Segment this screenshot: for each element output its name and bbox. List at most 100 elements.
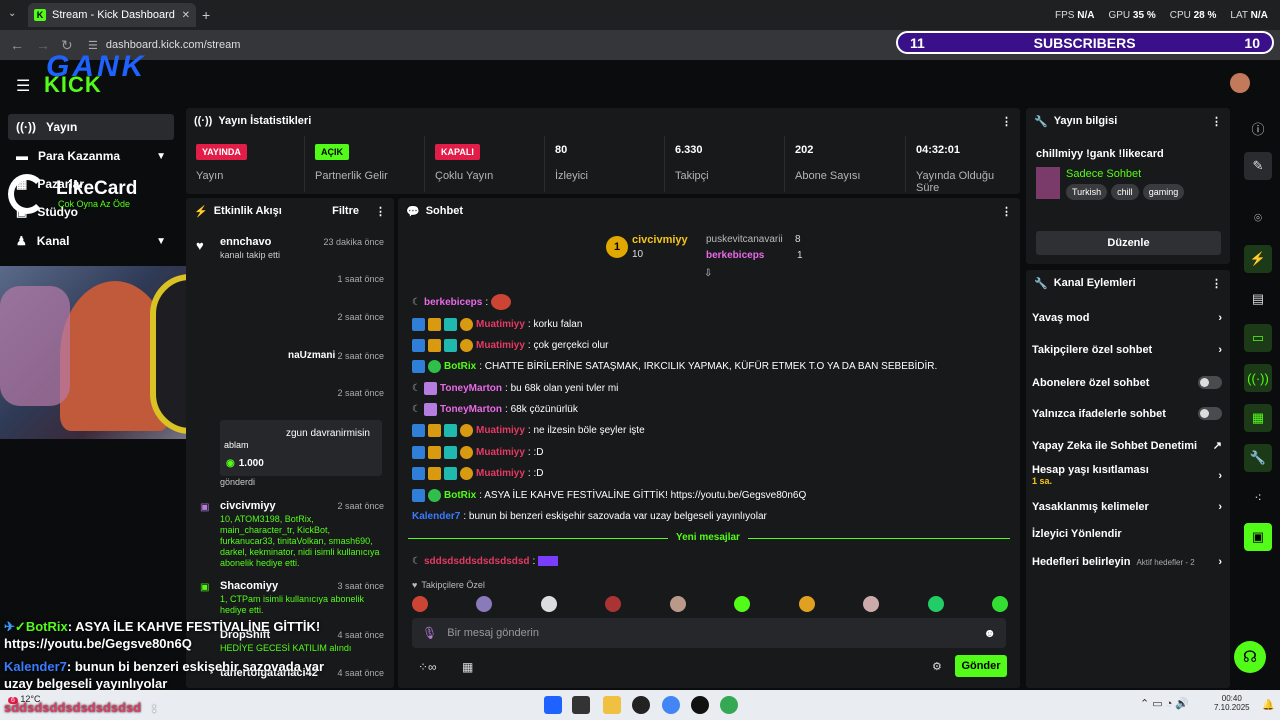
chat-username[interactable]: BotRix [444,361,476,372]
chat-username[interactable]: Muatimiyy [476,319,525,330]
followers-value: 6.330 [675,144,703,156]
followers-only-row[interactable]: Takipçilere özel sohbet › [1032,344,1222,356]
edit-icon[interactable]: ✎ [1244,152,1272,180]
chat-icon[interactable]: ▭ [1244,324,1272,352]
emote-icon[interactable] [927,596,944,612]
chat-username[interactable]: BotRix [444,490,476,501]
activity-user[interactable]: civcivmiyy [220,500,276,512]
chat-username[interactable]: Muatimiyy [476,468,525,479]
top-gifter-1[interactable]: civcivmiyy [632,234,688,246]
windows-start-icon[interactable] [544,696,562,714]
more-options-icon[interactable]: ⋮ [1211,115,1222,128]
edit-button[interactable]: Düzenle [1036,231,1221,255]
goals-row[interactable]: Hedefleri belirleyin Aktif hedefler - 2 … [1032,556,1222,568]
chat-input[interactable]: 🎙 Bir mesaj gönderin ☻ [412,618,1006,648]
more-options-icon[interactable]: ⋮ [1001,115,1012,128]
back-icon[interactable]: ← [10,37,24,53]
clock[interactable]: 00:40 7.10.2025 [1214,694,1250,712]
support-icon[interactable]: ☊ [1234,641,1266,673]
obs-icon[interactable] [632,696,650,714]
browser-tab[interactable]: K Stream - Kick Dashboard ✕ [28,3,196,27]
send-button[interactable]: Gönder [955,655,1007,677]
avatar[interactable] [1230,73,1250,93]
camera-icon[interactable]: ⌾ [1244,204,1272,232]
emote-icon[interactable] [734,596,751,612]
category-name[interactable]: Sadece Sohbet [1066,168,1141,180]
layout-icon[interactable]: ▦ [1244,404,1272,432]
tab-list-icon[interactable]: ⌄ [8,8,16,19]
chat-username[interactable]: ToneyMarton [440,404,502,415]
chevron-right-icon: › [1218,470,1222,482]
chat-username[interactable]: Muatimiyy [476,340,525,351]
subscribers-only-toggle[interactable] [1198,376,1222,389]
store-icon[interactable]: ▦ [462,660,473,674]
emote-icon[interactable] [412,596,428,612]
moon-icon: ☾ [412,382,421,394]
top-gifter-2[interactable]: puskevitcanavarii [706,234,783,245]
emote-icon[interactable] [991,596,1008,612]
kicks-infinity-icon[interactable]: ⁘∞ [418,660,437,674]
emote-icon[interactable] [863,596,880,612]
emoji-icon[interactable]: ☻ [983,626,996,640]
emote-icon[interactable] [605,596,622,612]
chat-username[interactable]: Muatimiyy [476,425,525,436]
filter-button[interactable]: Filtre [332,205,359,217]
system-tray-icons[interactable]: ⌃ ▭ ◔ 🔊 [1140,697,1189,710]
microphone-icon[interactable]: 🎙 [422,626,437,640]
account-age-row[interactable]: Hesap yaşı kısıtlaması 1 sa. › [1032,464,1222,490]
chat-username[interactable]: Muatimiyy [476,447,525,458]
emotes-only-row[interactable]: Yalnızca ifadelerle sohbet [1032,407,1222,420]
tab-close-icon[interactable]: ✕ [182,10,190,21]
more-options-icon[interactable]: ⋮ [1001,205,1012,218]
info-icon[interactable]: ⓘ [1244,114,1272,142]
cpu-label: CPU [1169,10,1191,21]
chat-username[interactable]: Kalender7 [412,511,460,522]
chat-username[interactable]: ToneyMarton [440,383,502,394]
tag[interactable]: Turkish [1066,184,1108,200]
lightning-icon[interactable]: ⚡ [1244,245,1272,273]
emotes-only-toggle[interactable] [1198,407,1222,420]
wrench-icon[interactable]: 🔧 [1244,444,1272,472]
ai-moderation-row[interactable]: Yapay Zeka ile Sohbet Denetimi ↗ [1032,439,1222,453]
sidebar-item-yayin[interactable]: ((·)) Yayın [8,114,174,140]
raid-row[interactable]: İzleyici Yönlendir [1032,528,1222,540]
document-icon[interactable]: ▤ [1244,285,1272,313]
tag[interactable]: chill [1111,184,1139,200]
subscribers-only-row[interactable]: Abonelere özel sohbet [1032,376,1222,389]
sidebar-item-kanal[interactable]: ♟ Kanal ▼ [8,228,174,254]
chat-username[interactable]: berkebiceps [424,297,482,308]
gpu-label: GPU [1108,10,1131,21]
activity-user[interactable]: naUzmani [288,350,335,361]
chrome-icon[interactable] [662,696,680,714]
chrome-profile-icon[interactable] [720,696,738,714]
money-icon: ▬ [16,149,28,163]
settings-icon[interactable]: ⚙ [932,660,942,673]
menu-icon[interactable]: ☰ [16,76,30,96]
emote-icon[interactable] [540,596,557,612]
emote-icon[interactable] [476,596,493,612]
activity-text: gönderdi [220,477,256,487]
more-options-icon[interactable]: ⋮ [1211,277,1222,290]
more-options-icon[interactable]: ⋮ [375,205,386,218]
emote-icon[interactable] [669,596,686,612]
activity-user[interactable]: Shacomiyy [220,580,278,592]
task-view-icon[interactable] [572,696,590,714]
new-tab-button[interactable]: + [202,7,210,23]
file-explorer-icon[interactable] [603,696,621,714]
broadcast-icon[interactable]: ((·)) [1244,364,1272,392]
notifications-icon[interactable]: 🔔 [1262,700,1274,711]
emote-icon[interactable] [798,596,815,612]
overlay-username: BotRix [25,619,68,634]
app-icon[interactable] [691,696,709,714]
chat-username[interactable]: sddsdsddsdsdsdsdsd [424,556,530,567]
url-field[interactable]: ☰ dashboard.kick.com/stream [88,35,528,55]
activity-user[interactable]: ennchavo [220,236,271,248]
share-icon[interactable]: ⁖ [1244,484,1272,512]
sidebar-item-para-kazanma[interactable]: ▬ Para Kazanma ▼ [8,143,174,169]
tag[interactable]: gaming [1142,184,1185,200]
top-gifter-3[interactable]: berkebiceps [706,250,764,261]
slow-mode-row[interactable]: Yavaş mod › [1032,312,1222,324]
scroll-down-icon[interactable]: ⇩ [704,268,712,279]
film-icon[interactable]: ▣ [1244,523,1272,551]
banned-words-row[interactable]: Yasaklanmış kelimeler › [1032,501,1222,513]
